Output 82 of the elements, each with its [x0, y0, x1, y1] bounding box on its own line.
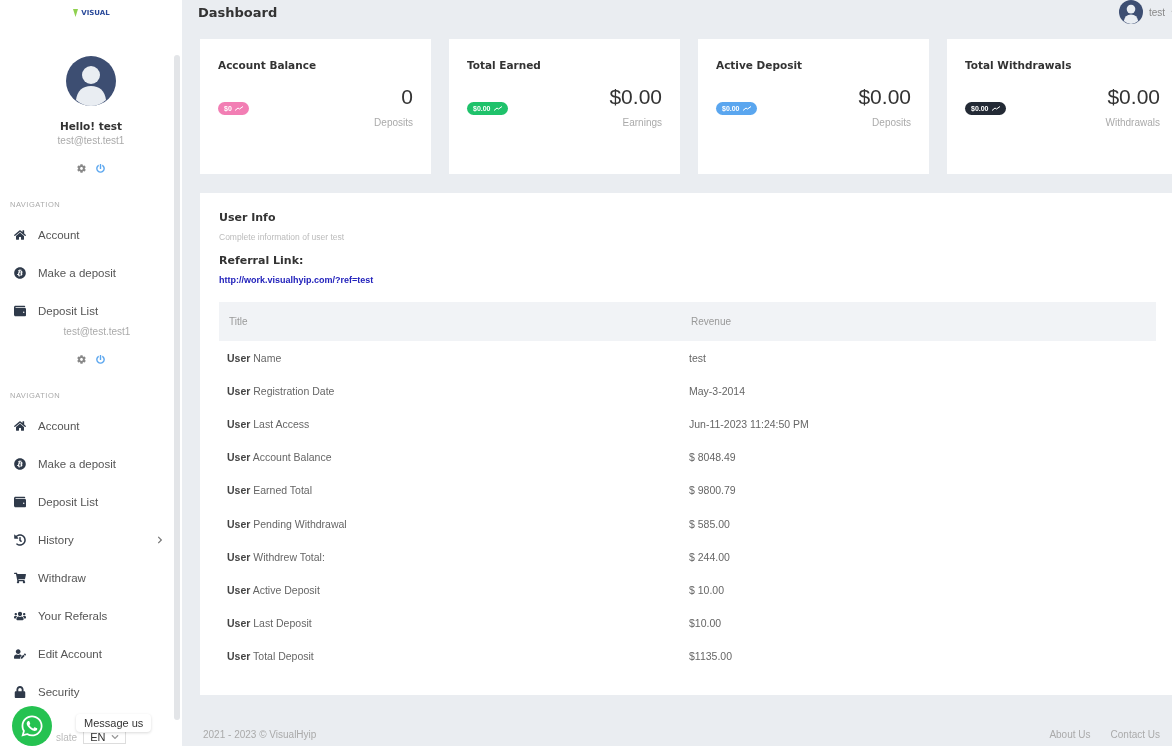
- table-cell-text: $10.00: [688, 617, 723, 630]
- referral-link[interactable]: http://work.visualhyip.com/?ref=test: [219, 275, 374, 285]
- table-cell-text: User Last Access: [226, 417, 311, 430]
- nav-item[interactable]: Deposit List: [0, 296, 182, 326]
- nav-item[interactable]: Your Referals: [0, 601, 182, 631]
- trend-icon: [234, 106, 243, 111]
- nav-item[interactable]: Deposit List: [0, 487, 182, 517]
- avatar-icon: [1118, 0, 1143, 24]
- table-cell-text: User Account Balance: [226, 451, 333, 464]
- card-caption: Earnings: [622, 117, 662, 128]
- nav-item[interactable]: History: [0, 525, 182, 555]
- greeting: Hello! test: [58, 120, 124, 132]
- table-cell-text: $1135.00: [688, 650, 733, 663]
- history-icon: [14, 534, 26, 546]
- wallet-icon: [14, 305, 26, 317]
- nav-item[interactable]: Withdraw: [0, 563, 182, 593]
- table-cell-text: User Active Deposit: [226, 583, 321, 596]
- nav-item[interactable]: Security: [0, 677, 182, 707]
- table-cell-text: $ 10.00: [688, 583, 726, 596]
- table-cell-text: User Total Deposit: [226, 650, 315, 663]
- bitcoin-icon: [14, 267, 26, 279]
- table-cell-text: May-3-2014: [688, 384, 747, 397]
- referral-label: Referral Link:: [219, 254, 305, 267]
- table-cell-text: $ 585.00: [688, 517, 731, 530]
- power-icon[interactable]: [96, 163, 105, 173]
- chevron-icon: [156, 536, 164, 544]
- card-value: $0.00: [1107, 85, 1160, 109]
- card-caption: Withdrawals: [1105, 117, 1160, 128]
- panel-subtitle: Complete information of user test: [219, 232, 346, 242]
- avatar-icon: [66, 56, 116, 106]
- nav-item[interactable]: Make a deposit: [0, 449, 182, 479]
- table-cell-text: Jun-11-2023 11:24:50 PM: [688, 417, 810, 430]
- nav-item[interactable]: Make a deposit: [0, 258, 182, 288]
- panel-title: User Info: [219, 211, 277, 224]
- scrollbar[interactable]: [174, 55, 180, 720]
- settings-icon[interactable]: [77, 354, 86, 364]
- table-cell-text: User Name: [226, 351, 283, 364]
- card-caption: Deposits: [374, 117, 413, 128]
- table-cell-text: User Earned Total: [226, 484, 314, 497]
- table-cell-text: $ 8048.49: [688, 451, 737, 464]
- settings-icon[interactable]: [77, 163, 86, 173]
- caret-icon: [111, 733, 120, 741]
- user-email: test@test.test1: [56, 135, 126, 146]
- card-title: Account Balance: [218, 59, 317, 71]
- nav-item[interactable]: Account: [0, 411, 182, 441]
- power-icon[interactable]: [96, 354, 105, 364]
- card-value: 0: [401, 85, 413, 109]
- page-title: Dashboard: [198, 4, 278, 20]
- card-title: Active Deposit: [716, 59, 804, 71]
- user-email: test@test.test1: [62, 326, 132, 337]
- logo-icon: [72, 8, 80, 18]
- card-title: Total Earned: [467, 59, 542, 71]
- whatsapp-icon: [20, 714, 44, 738]
- table-cell-text: User Last Deposit: [226, 617, 313, 630]
- trend-icon: [991, 106, 1000, 111]
- trend-icon: [742, 106, 751, 111]
- table-cell-text: User Pending Withdrawal: [226, 517, 348, 530]
- card-value: $0.00: [858, 85, 911, 109]
- card-title: Total Withdrawals: [965, 59, 1073, 71]
- copyright: 2021 - 2023 © VisualHyip: [203, 729, 317, 740]
- column-header: Revenue: [690, 316, 733, 327]
- card-value: $0.00: [609, 85, 662, 109]
- table-cell-text: $ 244.00: [688, 550, 731, 563]
- table-cell-text: test: [688, 351, 707, 364]
- column-header: Title: [228, 316, 249, 327]
- lock-icon: [14, 686, 26, 698]
- table-cell-text: User Registration Date: [226, 384, 336, 397]
- home-icon: [14, 420, 26, 432]
- table-cell-text: User Withdrew Total:: [226, 550, 326, 563]
- bitcoin-icon: [14, 458, 26, 470]
- chat-tooltip: Message us: [76, 714, 152, 732]
- nav-item[interactable]: Edit Account: [0, 639, 182, 669]
- user-edit-icon: [14, 648, 26, 660]
- users-icon: [14, 610, 26, 622]
- wallet-icon: [14, 496, 26, 508]
- table-cell-text: $ 9800.79: [688, 484, 737, 497]
- cart-icon: [14, 572, 26, 584]
- nav-item[interactable]: Account: [0, 220, 182, 250]
- card-caption: Deposits: [872, 117, 911, 128]
- translate-label: slate: [56, 731, 78, 743]
- home-icon: [14, 229, 26, 241]
- trend-icon: [493, 106, 502, 111]
